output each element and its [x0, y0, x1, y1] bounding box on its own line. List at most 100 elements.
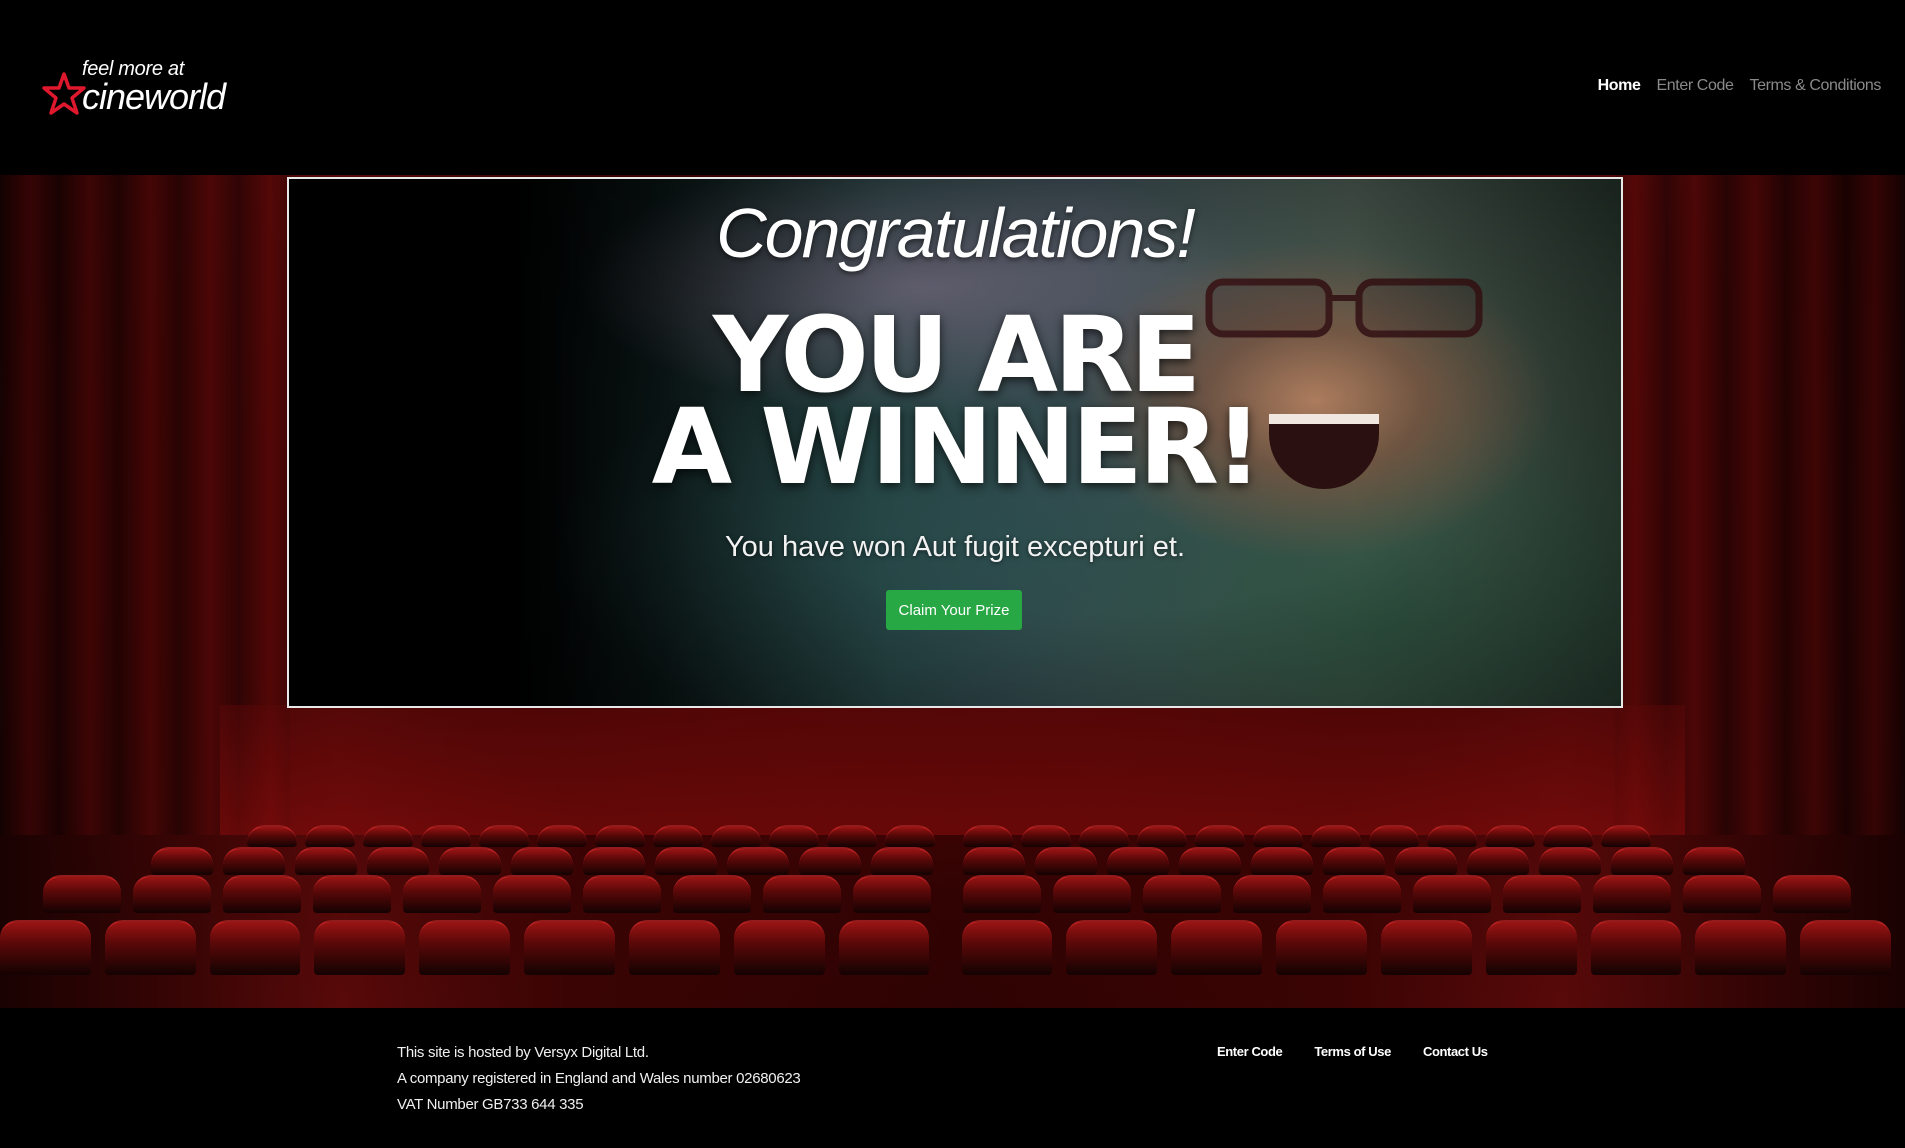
- footer-hosted-text: This site is hosted by Versyx Digital Lt…: [397, 1044, 649, 1061]
- seat-row: [0, 847, 1905, 875]
- seat: [1394, 847, 1457, 875]
- footer-company-text: A company registered in England and Wale…: [397, 1070, 801, 1087]
- seat: [884, 825, 935, 847]
- footer-link-terms-of-use[interactable]: Terms of Use: [1314, 1044, 1391, 1059]
- cinema-backdrop: Congratulations! YOU ARE A WINNER! You h…: [0, 175, 1905, 1008]
- seat: [962, 825, 1013, 847]
- aisle: [943, 847, 963, 875]
- seat: [419, 920, 511, 975]
- seat: [294, 847, 357, 875]
- seat: [870, 847, 933, 875]
- site-header: feel more at cineworld Home Enter Code T…: [0, 0, 1905, 175]
- logo-name: cineworld: [82, 76, 226, 117]
- star-icon: [42, 72, 86, 115]
- seat: [961, 920, 1053, 975]
- seat: [402, 875, 481, 913]
- seat: [1800, 920, 1892, 975]
- seat: [492, 875, 571, 913]
- seat: [222, 875, 301, 913]
- seat: [1252, 825, 1303, 847]
- seat: [366, 847, 429, 875]
- seat: [104, 920, 196, 975]
- seat: [628, 920, 720, 975]
- seat: [1322, 875, 1401, 913]
- seat: [1276, 920, 1367, 975]
- seat: [1178, 847, 1241, 875]
- cinema-screen: Congratulations! YOU ARE A WINNER! You h…: [287, 177, 1623, 708]
- seat: [1106, 847, 1169, 875]
- claim-prize-button[interactable]: Claim Your Prize: [886, 590, 1022, 630]
- seat: [1412, 875, 1491, 913]
- seat: [150, 847, 213, 875]
- seat: [852, 875, 931, 913]
- seat: [1426, 825, 1477, 847]
- seat: [1380, 920, 1472, 975]
- seat: [1052, 875, 1131, 913]
- seat: [246, 825, 297, 847]
- footer-links: Enter Code Terms of Use Contact Us: [1217, 1044, 1488, 1059]
- seat: [1592, 875, 1671, 913]
- seat: [222, 847, 285, 875]
- seat: [362, 825, 413, 847]
- seat: [1171, 920, 1263, 975]
- seat-row: [0, 875, 1905, 913]
- seat-row: [0, 825, 1905, 847]
- seat: [1250, 847, 1313, 875]
- nav-terms-conditions[interactable]: Terms & Conditions: [1749, 77, 1881, 95]
- footer-link-contact-us[interactable]: Contact Us: [1423, 1044, 1488, 1059]
- seat: [312, 875, 391, 913]
- cineworld-logo[interactable]: feel more at cineworld: [42, 58, 252, 118]
- seat: [762, 875, 841, 913]
- main-nav: Home Enter Code Terms & Conditions: [1598, 77, 1882, 95]
- seat-row: [0, 920, 1905, 975]
- seat: [652, 825, 703, 847]
- nav-home[interactable]: Home: [1598, 77, 1641, 95]
- seat: [1136, 825, 1187, 847]
- stage-floor: [220, 705, 1685, 835]
- seat: [1066, 920, 1158, 975]
- seat: [1368, 825, 1419, 847]
- seat: [1695, 920, 1787, 975]
- seat: [478, 825, 529, 847]
- congratulations-heading: Congratulations!: [716, 194, 1196, 272]
- seat: [132, 875, 211, 913]
- seat: [1485, 920, 1577, 975]
- aisle: [943, 920, 961, 975]
- seat: [1538, 847, 1601, 875]
- seat: [1610, 847, 1673, 875]
- seat: [42, 875, 121, 913]
- seat: [1020, 825, 1071, 847]
- seat: [838, 920, 930, 975]
- seat: [209, 920, 301, 975]
- seat: [0, 920, 91, 975]
- seat: [710, 825, 761, 847]
- seat: [582, 875, 661, 913]
- seat: [768, 825, 819, 847]
- seat: [1484, 825, 1535, 847]
- seat: [582, 847, 645, 875]
- seat: [826, 825, 877, 847]
- footer-link-enter-code[interactable]: Enter Code: [1217, 1044, 1283, 1059]
- aisle: [943, 875, 963, 913]
- site-footer: This site is hosted by Versyx Digital Lt…: [0, 1008, 1905, 1148]
- seat: [962, 875, 1041, 913]
- seat: [510, 847, 573, 875]
- winner-message: Congratulations! YOU ARE A WINNER! You h…: [289, 179, 1621, 706]
- footer-company-info: This site is hosted by Versyx Digital Lt…: [397, 1040, 801, 1118]
- seat: [524, 920, 615, 975]
- seat: [1542, 825, 1593, 847]
- seat: [314, 920, 406, 975]
- seat: [726, 847, 789, 875]
- footer-vat-text: VAT Number GB733 644 335: [397, 1096, 584, 1113]
- seat: [1600, 825, 1651, 847]
- seat: [733, 920, 825, 975]
- cinema-seats: [0, 825, 1905, 1008]
- aisle: [943, 825, 963, 847]
- seat: [1772, 875, 1851, 913]
- nav-enter-code[interactable]: Enter Code: [1657, 77, 1734, 95]
- seat: [654, 847, 717, 875]
- winner-heading: YOU ARE A WINNER!: [289, 303, 1621, 499]
- seat: [672, 875, 751, 913]
- seat: [438, 847, 501, 875]
- seat: [1502, 875, 1581, 913]
